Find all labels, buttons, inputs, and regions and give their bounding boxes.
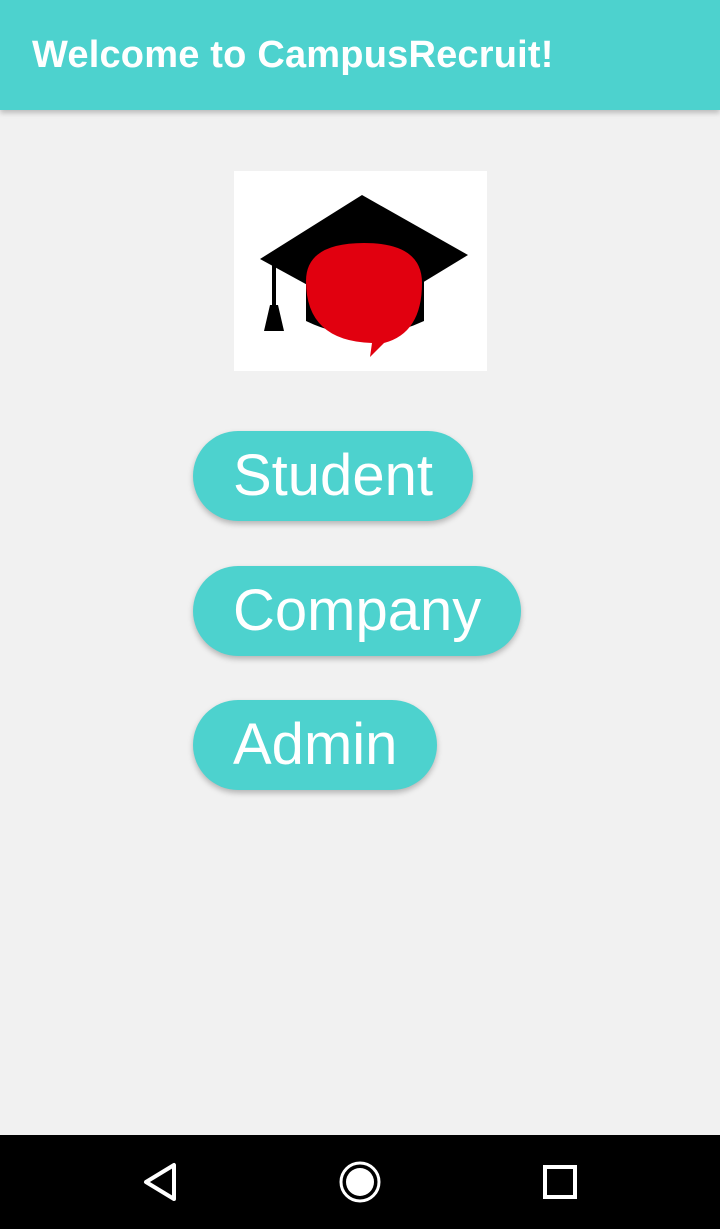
chat-bubble-icon [306,243,422,357]
app-title: Welcome to CampusRecruit! [32,34,554,76]
recents-square-icon [543,1165,577,1199]
graduation-cap-icon [260,195,468,357]
student-button[interactable]: Student [193,431,473,521]
home-circle-icon [339,1161,381,1203]
recents-button[interactable] [530,1152,590,1212]
back-button[interactable] [130,1152,190,1212]
app-bar: Welcome to CampusRecruit! [0,0,720,110]
home-button[interactable] [330,1152,390,1212]
company-button[interactable]: Company [193,566,522,656]
campus-recruit-logo [234,171,487,371]
back-triangle-icon [144,1163,176,1201]
admin-button[interactable]: Admin [193,700,438,790]
app-screen: Welcome to CampusRecruit! Student Compan… [0,0,720,1229]
system-navigation-bar [0,1135,720,1229]
